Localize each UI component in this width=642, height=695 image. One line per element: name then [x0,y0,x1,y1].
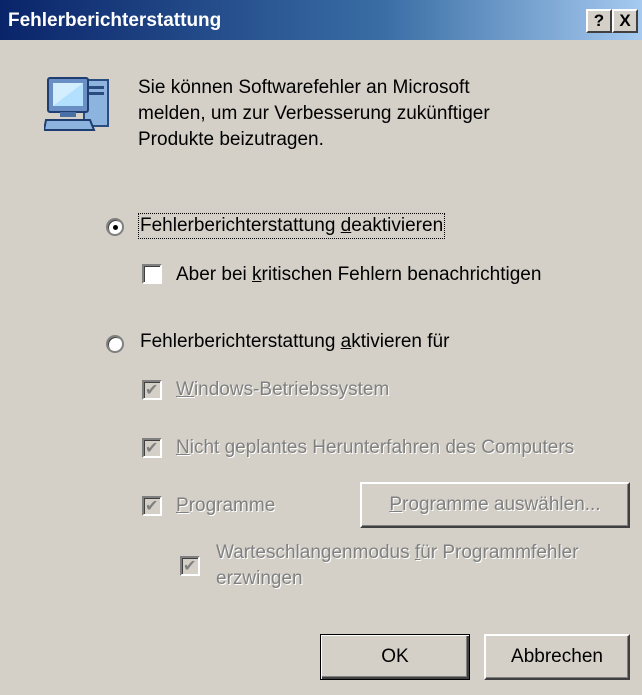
accelerator-key: P [389,494,403,515]
queue-mode-label: Warteschlangenmodus für Programmfehler e… [216,540,579,592]
accelerator-key: N [176,437,190,458]
label-part: ritischen Fehlern benachrichtigen [261,264,542,285]
programs-checkbox[interactable]: ✔ [142,496,162,516]
label-part: indows-Betriebssystem [193,379,390,400]
accelerator-key: k [252,264,262,285]
checkmark-icon: ✔ [145,496,159,515]
close-button[interactable]: X [612,9,638,33]
checkmark-icon: ✔ [145,438,159,457]
intro-line-2: melden, um zur Verbesserung zukünftiger [138,103,490,124]
ok-button[interactable]: OK [320,634,470,680]
disable-reporting-radio[interactable] [106,218,124,236]
label-part: Fehlerberichterstattung [140,331,341,352]
error-reporting-dialog: Fehlerberichterstattung ? X Sie können S… [0,0,642,695]
label-part: eaktivieren [351,215,444,236]
accelerator-key: W [176,379,194,400]
computer-icon [44,77,109,131]
help-button[interactable]: ? [586,9,612,33]
accelerator-key: d [340,215,352,236]
label-part: rogramme [188,495,276,516]
unplanned-shutdown-label: Nicht geplantes Herunterfahren des Compu… [176,437,574,459]
notify-critical-label[interactable]: Aber bei kritischen Fehlern benachrichti… [176,264,541,286]
label-part: ür Programmfehler [420,542,579,563]
queue-mode-checkbox[interactable]: ✔ [180,556,200,576]
label-part: icht geplantes Herunterfahren des Comput… [189,437,575,458]
notify-critical-checkbox[interactable] [142,264,162,284]
accelerator-key: P [176,495,189,516]
choose-programs-button[interactable]: Programme auswählen... [360,482,630,528]
label-part: Fehlerberichterstattung [140,215,341,236]
windows-os-label: Windows-Betriebssystem [176,379,389,401]
queue-mode-line-1: Warteschlangenmodus für Programmfehler [216,540,579,566]
checkmark-icon: ✔ [183,556,197,575]
cancel-button[interactable]: Abbrechen [484,634,630,680]
window-title: Fehlerberichterstattung [8,10,222,31]
windows-os-checkbox[interactable]: ✔ [142,380,162,400]
intro-line-3: Produkte beizutragen. [138,129,324,150]
radio-selected-dot [113,225,118,230]
enable-reporting-radio[interactable] [106,335,124,353]
checkmark-icon: ✔ [145,380,159,399]
intro-line-1: Sie können Softwarefehler an Microsoft [138,77,470,98]
queue-mode-line-2: erzwingen [216,568,303,589]
label-part: ktivieren für [351,331,450,352]
label-part: Warteschlangenmodus [216,542,415,563]
programs-label: Programme [176,495,275,517]
button-label: rogramme auswählen... [402,494,601,515]
disable-reporting-label[interactable]: Fehlerberichterstattung deaktivieren [137,213,446,239]
accelerator-key: a [340,331,352,352]
title-bar[interactable]: Fehlerberichterstattung ? X [0,0,642,40]
enable-reporting-label[interactable]: Fehlerberichterstattung aktivieren für [140,331,449,353]
unplanned-shutdown-checkbox[interactable]: ✔ [142,438,162,458]
label-part: Aber bei [176,264,253,285]
